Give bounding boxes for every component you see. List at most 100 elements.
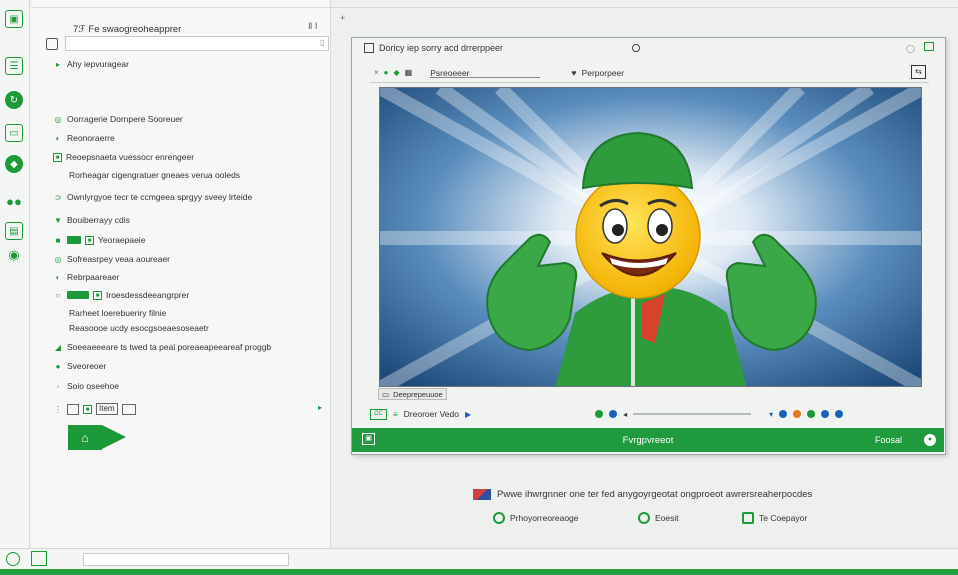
- tag-box: [121, 403, 136, 415]
- sidebar-item[interactable]: ■ Reoepsnaeta vuessocr enrengeer: [53, 152, 194, 162]
- back-icon[interactable]: ×: [374, 68, 379, 77]
- sidebar-item-label: Reasoooe ucdy esocgsoeaesoseaetr: [69, 323, 209, 333]
- sidebar-item[interactable]: ▸ Ahy iepvuragear: [53, 59, 129, 69]
- search-icon[interactable]: [46, 38, 58, 50]
- layers-icon[interactable]: ☰: [5, 57, 23, 75]
- sidebar-item[interactable]: ⊃ Ownlyrgyoe tecr te ccmgeea sprgyy svee…: [53, 192, 253, 202]
- caption-link-label: Te Coepayor: [759, 513, 808, 523]
- cast-icon[interactable]: [835, 410, 844, 418]
- sidebar-item-label: Rebrpaareaer: [67, 272, 120, 282]
- arrow-tip: [102, 425, 126, 449]
- sidebar-search-input[interactable]: [65, 36, 329, 51]
- menu-icon[interactable]: ≡: [393, 410, 398, 419]
- sidebar-item[interactable]: Rarheet loerebueriry filnie: [69, 308, 166, 318]
- chat-icon[interactable]: ◉: [5, 246, 23, 264]
- group-icon[interactable]: ●●: [5, 192, 23, 210]
- footer-right-label[interactable]: Foosal: [875, 435, 902, 445]
- caption-link[interactable]: Te Coepayor: [742, 512, 807, 524]
- sidebar-item[interactable]: ◎ Sofreasrpey veaa aoureaer: [53, 254, 171, 264]
- thumbnail-icon: ▭: [382, 389, 390, 399]
- window-icon[interactable]: [31, 551, 47, 566]
- fullscreen-icon[interactable]: [821, 410, 830, 418]
- sidebar-item[interactable]: ◢ Soeeaeeeare ts twed ta peai poreaeapee…: [53, 342, 271, 352]
- player-window: Doricy iep sorry acd drrerppeer ◯ × ● ◆ …: [351, 37, 946, 455]
- player-footer: ▣ Fvrgpvreeot Foosal ●: [352, 428, 944, 452]
- status-icon[interactable]: [6, 552, 20, 566]
- caption-link[interactable]: Eoesit: [638, 512, 679, 524]
- main-top-border: [331, 0, 958, 8]
- go-icon: ⌂: [68, 425, 102, 450]
- chat-bubble-icon: ◐: [55, 133, 61, 143]
- sidebar-item[interactable]: Rorheagar cigengratuer gneaes verua oole…: [69, 170, 240, 180]
- sidebar-item-label: Bouiberrayy cdis: [67, 215, 130, 225]
- sidebar-item-label: Soio oseehoe: [67, 381, 119, 391]
- close-icon[interactable]: ●: [924, 434, 936, 446]
- pin-icon: ◢: [54, 342, 62, 352]
- badge-icon[interactable]: ◆: [5, 155, 23, 173]
- new-tab-icon[interactable]: +: [340, 13, 345, 23]
- sidebar-item[interactable]: Reasoooe ucdy esocgsoeaesoseaetr: [69, 323, 209, 333]
- bookmark-icon[interactable]: ◆: [394, 68, 400, 77]
- refresh-icon[interactable]: ↻: [5, 91, 23, 109]
- circle-icon: [638, 512, 650, 524]
- minimize-icon[interactable]: ◯: [906, 44, 915, 53]
- share-dot-icon[interactable]: [807, 410, 816, 418]
- circle-icon: ◎: [54, 114, 62, 124]
- sidebar-item[interactable]: ⋮ ■ Item: [53, 403, 136, 415]
- flag-icon: [473, 489, 491, 500]
- dot-icon[interactable]: ●: [384, 68, 389, 77]
- status-dot-icon[interactable]: [595, 410, 604, 418]
- sidebar-item[interactable]: ◐ Rebrpaareaer: [53, 272, 120, 282]
- maximize-icon[interactable]: [924, 42, 934, 51]
- controls-label: Dreoroer Vedo: [403, 409, 459, 419]
- address-field[interactable]: Psreoeeer: [430, 68, 541, 78]
- sidebar-item[interactable]: ○ ■ Iroesdessdeeangrprer: [53, 290, 190, 300]
- bottom-input[interactable]: [83, 553, 289, 566]
- footer-center-label[interactable]: Fvrgpvreeot: [352, 435, 944, 446]
- volume-icon[interactable]: ◂: [623, 410, 627, 419]
- sidebar-item-label: Sveoreoer: [67, 361, 107, 371]
- caption-link-label: Eoesit: [655, 513, 679, 523]
- sidebar-item-label: Sofreasrpey veaa aoureaer: [67, 254, 171, 264]
- seek-bar[interactable]: [633, 413, 752, 415]
- caption-link[interactable]: Prhoyorreoreaoge: [493, 512, 579, 524]
- list-icon: ⋮: [54, 404, 62, 414]
- play-icon[interactable]: ▶: [465, 410, 471, 419]
- sidebar-close-button[interactable]: Ⅱ Ⅰ: [308, 21, 318, 32]
- checkbox-icon: ■: [53, 152, 62, 162]
- sidebar-item-label: Reoepsnaeta vuessocr enrengeer: [66, 152, 195, 162]
- sidebar-item[interactable]: ◦ Soio oseehoe: [53, 381, 119, 391]
- player-title: Doricy iep sorry acd drrerppeer: [379, 43, 504, 53]
- heart-icon[interactable]: ♥: [571, 68, 576, 78]
- accent-stripe: [0, 569, 958, 575]
- next-icon[interactable]: ▾: [769, 410, 773, 419]
- info-icon[interactable]: [609, 410, 618, 418]
- share-icon[interactable]: ⇆: [911, 65, 926, 79]
- chat-bubble-icon: ◐: [55, 272, 61, 282]
- video-viewport[interactable]: [379, 87, 922, 387]
- sidebar-item[interactable]: ◐ Reonoraerre: [53, 133, 115, 143]
- sidebar-item[interactable]: ◎ Oorragerie Dornpere Sooreuer: [53, 114, 183, 124]
- tab-icon[interactable]: ▣: [5, 10, 23, 28]
- grid-icon[interactable]: ▦: [405, 68, 413, 77]
- clear-search-icon[interactable]: ▯: [320, 38, 324, 47]
- sidebar-item[interactable]: ■ ■ Yeoraepaeie: [53, 235, 146, 245]
- caption-link-label: Prhoyorreoreaoge: [510, 513, 579, 523]
- sidebar-item[interactable]: ● Sveoreoer: [53, 361, 107, 371]
- circle-icon: ◎: [54, 254, 62, 264]
- quality-icon[interactable]: [793, 410, 802, 418]
- dot-icon: ●: [55, 361, 61, 371]
- expand-arrow-icon[interactable]: ▸: [318, 403, 322, 412]
- captions-icon[interactable]: CC: [370, 408, 387, 420]
- settings-icon[interactable]: [779, 410, 788, 418]
- sidebar-item[interactable]: ▼ Bouiberrayy cdis: [53, 215, 130, 225]
- window-icon: [364, 43, 374, 53]
- favorite-label[interactable]: Perporpeer: [582, 68, 625, 78]
- record-icon[interactable]: [632, 44, 640, 52]
- window-icon[interactable]: ▭: [5, 124, 23, 142]
- card-icon[interactable]: ▤: [5, 222, 23, 240]
- go-button[interactable]: ⌂: [68, 425, 126, 450]
- sidebar-item-label: Rorheagar cigengratuer gneaes verua oole…: [69, 170, 241, 180]
- bullet-icon: ▸: [55, 59, 60, 69]
- checkbox-icon: ■: [85, 235, 94, 245]
